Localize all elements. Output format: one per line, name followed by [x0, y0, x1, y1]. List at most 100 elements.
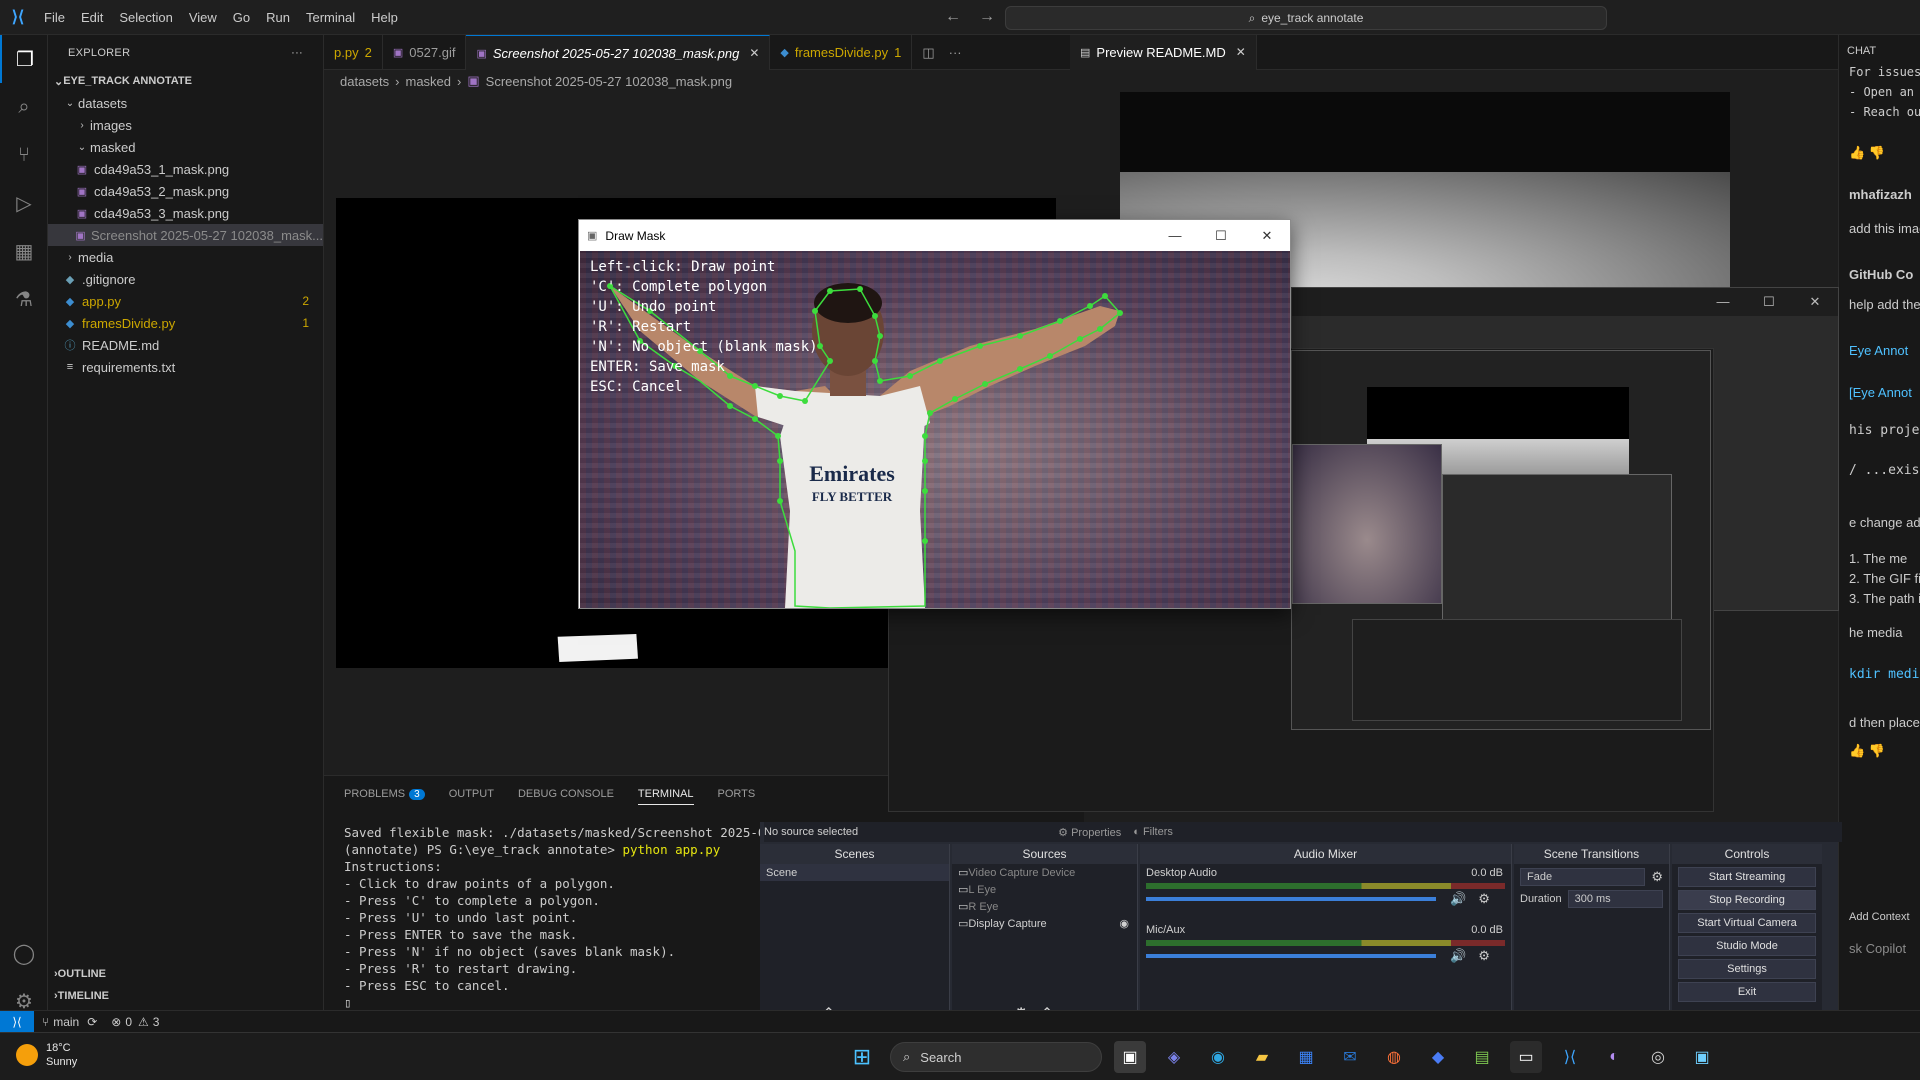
menu-selection[interactable]: Selection — [111, 0, 180, 35]
source-item[interactable]: ▭ Video Capture Device — [952, 864, 1137, 881]
breadcrumb-item[interactable]: Screenshot 2025-05-27 102038_mask.png — [486, 74, 732, 89]
volume-slider[interactable] — [1146, 897, 1436, 901]
add-context-button[interactable]: Add Context — [1849, 911, 1910, 923]
chat-input[interactable]: sk Copilot — [1849, 941, 1906, 956]
volume-slider[interactable] — [1146, 954, 1436, 958]
tree-item-screenshot-mask[interactable]: ▣ Screenshot 2025-05-27 102038_mask... — [48, 224, 323, 246]
start-streaming-button[interactable]: Start Streaming — [1678, 867, 1816, 887]
timeline-section[interactable]: › TIMELINE — [48, 985, 324, 1007]
tab-preview-readme[interactable]: ▤ Preview README.MD ✕ — [1070, 34, 1257, 70]
properties-button[interactable]: ⚙ Properties — [1058, 826, 1121, 839]
tree-item-masked[interactable]: ⌄ masked — [48, 136, 323, 158]
start-virtual-camera-button[interactable]: Start Virtual Camera — [1678, 913, 1816, 933]
thumbs-icons[interactable]: 👍 👎 — [1849, 743, 1885, 759]
maximize-icon[interactable]: ☐ — [1198, 220, 1244, 251]
split-editor-icon[interactable]: ◫ — [922, 45, 934, 61]
search-view-icon[interactable]: ⌕ — [0, 83, 48, 131]
source-item[interactable]: ▭ R Eye — [952, 898, 1137, 915]
exit-button[interactable]: Exit — [1678, 982, 1816, 1002]
outline-section[interactable]: › OUTLINE — [48, 963, 324, 985]
extensions-icon[interactable]: ▦ — [0, 227, 48, 275]
store-icon[interactable]: ▦ — [1290, 1041, 1322, 1073]
sync-icon[interactable]: ⟳ — [87, 1015, 97, 1029]
tree-item-mask-1[interactable]: ▣ cda49a53_1_mask.png — [48, 158, 323, 180]
tree-item-datasets[interactable]: ⌄ datasets — [48, 92, 323, 114]
gear-icon[interactable]: ⚙ — [1651, 869, 1663, 885]
terminal-icon[interactable]: ▭ — [1510, 1041, 1542, 1073]
tab-terminal[interactable]: TERMINAL — [637, 788, 694, 805]
tab-debug-console[interactable]: DEBUG CONSOLE — [518, 788, 614, 805]
task-view-icon[interactable]: ▣ — [1114, 1041, 1146, 1073]
annotation-photo[interactable]: Emirates FLY BETTER Left-click: Draw poi… — [580, 251, 1290, 608]
close-icon[interactable]: ✕ — [1244, 220, 1290, 251]
tab-framesdivide[interactable]: ◆ framesDivide.py 1 — [770, 35, 913, 70]
speaker-icon[interactable]: 🔊 — [1450, 891, 1466, 907]
weather-widget[interactable]: 18°C Sunny — [16, 1041, 77, 1069]
error-count[interactable]: 0 — [125, 1015, 132, 1029]
menu-run[interactable]: Run — [258, 0, 298, 35]
breadcrumb-item[interactable]: masked — [406, 74, 452, 89]
outlook-icon[interactable]: ✉ — [1334, 1041, 1366, 1073]
teams-icon[interactable]: ◈ — [1158, 1041, 1190, 1073]
transition-select[interactable]: Fade — [1520, 868, 1646, 886]
chat-link[interactable]: [Eye Annot — [1849, 385, 1912, 400]
tab-screenshot-mask[interactable]: ▣ Screenshot 2025-05-27 102038_mask.png … — [466, 35, 771, 70]
menu-go[interactable]: Go — [225, 0, 258, 35]
more-actions-icon[interactable]: ··· — [291, 47, 303, 59]
close-icon[interactable]: ✕ — [749, 46, 759, 60]
tree-item-app-py[interactable]: ◆ app.py 2 — [48, 290, 323, 312]
remote-indicator-icon[interactable]: ⟩⟨ — [0, 1010, 34, 1033]
speaker-icon[interactable]: 🔊 — [1450, 948, 1466, 964]
tree-item-readme[interactable]: ⓘ README.md — [48, 334, 323, 356]
settings-button[interactable]: Settings — [1678, 959, 1816, 979]
obs-icon[interactable]: ◎ — [1642, 1041, 1674, 1073]
studio-mode-button[interactable]: Studio Mode — [1678, 936, 1816, 956]
taskbar-search[interactable]: ⌕ Search — [890, 1042, 1102, 1072]
github-desktop-icon[interactable]: ◐ — [1598, 1041, 1630, 1073]
menu-file[interactable]: File — [36, 0, 73, 35]
tree-item-mask-2[interactable]: ▣ cda49a53_2_mask.png — [48, 180, 323, 202]
account-icon[interactable]: ◯ — [0, 929, 48, 977]
menu-help[interactable]: Help — [363, 0, 406, 35]
vscode-icon[interactable]: ⟩⟨ — [1554, 1041, 1586, 1073]
edge-browser-icon[interactable]: ◉ — [1202, 1041, 1234, 1073]
tree-item-framesdivide-py[interactable]: ◆ framesDivide.py 1 — [48, 312, 323, 334]
terminal-output[interactable]: Saved flexible mask: ./datasets/masked/S… — [344, 824, 796, 1011]
thumbs-icons[interactable]: 👍 👎 — [1849, 145, 1885, 161]
tree-item-images[interactable]: › images — [48, 114, 323, 136]
app-icon[interactable]: ▤ — [1466, 1041, 1498, 1073]
close-icon[interactable]: ✕ — [1792, 288, 1838, 316]
minimize-icon[interactable]: — — [1152, 220, 1198, 251]
duration-input[interactable]: 300 ms — [1567, 890, 1663, 908]
dropbox-icon[interactable]: ◆ — [1422, 1041, 1454, 1073]
more-actions-icon[interactable]: ··· — [949, 45, 962, 60]
gear-icon[interactable]: ⚙ — [1478, 948, 1490, 964]
minimize-icon[interactable]: — — [1700, 288, 1746, 316]
image-viewer-icon[interactable]: ▣ — [1686, 1041, 1718, 1073]
tab-app-py[interactable]: p.py 2 — [324, 35, 383, 70]
breadcrumb-item[interactable]: datasets — [340, 74, 389, 89]
firefox-icon[interactable]: ◍ — [1378, 1041, 1410, 1073]
source-item[interactable]: ▭ Display Capture ◉ — [952, 915, 1137, 932]
menu-edit[interactable]: Edit — [73, 0, 111, 35]
tree-item-mask-3[interactable]: ▣ cda49a53_3_mask.png — [48, 202, 323, 224]
gear-icon[interactable]: ⚙ — [1478, 891, 1490, 907]
close-icon[interactable]: ✕ — [1236, 45, 1246, 59]
maximize-icon[interactable]: ☐ — [1746, 288, 1792, 316]
source-item[interactable]: ▭ L Eye — [952, 881, 1137, 898]
explorer-icon[interactable]: ❐ — [0, 35, 48, 83]
source-control-icon[interactable]: ⑂ — [0, 131, 48, 179]
tree-item-media[interactable]: › media — [48, 246, 323, 268]
menu-view[interactable]: View — [181, 0, 225, 35]
filters-button[interactable]: ◐ Filters — [1133, 826, 1173, 839]
tab-output[interactable]: OUTPUT — [449, 788, 494, 805]
tree-item-gitignore[interactable]: ◆ .gitignore — [48, 268, 323, 290]
tree-item-requirements[interactable]: ≡ requirements.txt — [48, 356, 323, 378]
tab-gif[interactable]: ▣ 0527.gif — [383, 35, 467, 70]
stop-recording-button[interactable]: Stop Recording — [1678, 890, 1816, 910]
tab-ports[interactable]: PORTS — [718, 788, 756, 805]
chat-link[interactable]: Eye Annot — [1849, 343, 1908, 358]
forward-arrow-icon[interactable]: → — [979, 8, 995, 26]
project-root[interactable]: ⌄ EYE_TRACK ANNOTATE — [48, 70, 323, 92]
command-center-search[interactable]: ⌕ eye_track annotate — [1005, 6, 1607, 30]
